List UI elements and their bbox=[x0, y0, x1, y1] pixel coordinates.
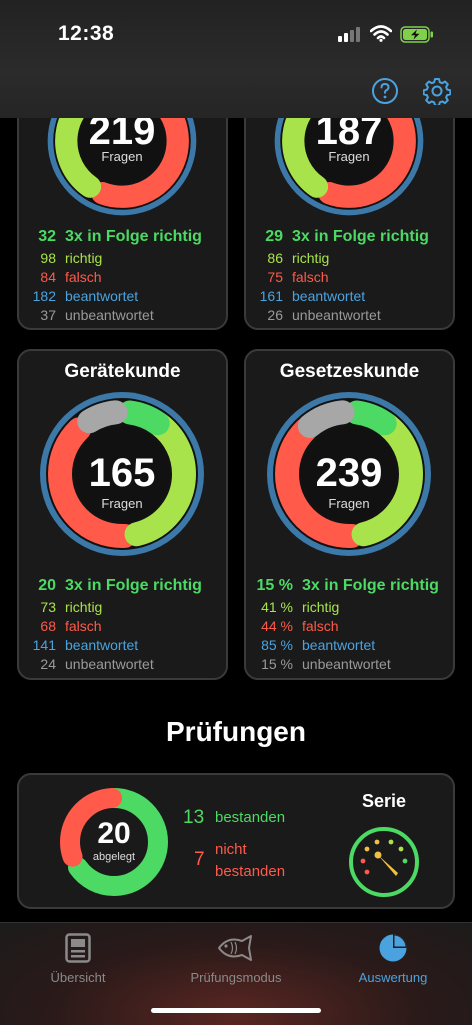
right-count: 98 bbox=[40, 250, 56, 266]
right-percent: 41 % bbox=[261, 599, 293, 615]
passed-label: bestanden bbox=[215, 809, 286, 826]
answered-count: 182 bbox=[32, 288, 56, 304]
wifi-icon bbox=[370, 25, 392, 42]
right-label: richtig bbox=[65, 599, 103, 615]
home-indicator bbox=[151, 1008, 321, 1013]
failed-label-line2: bestanden bbox=[215, 863, 286, 880]
streak-label: 3x in Folge richtig bbox=[65, 577, 202, 594]
category-total-label-2: Fragen bbox=[328, 149, 370, 164]
streak-label: 3x in Folge richtig bbox=[65, 228, 202, 245]
streak-count: 15 % bbox=[256, 577, 293, 594]
tab-uebersicht[interactable]: Übersicht bbox=[8, 933, 148, 985]
wrong-count: 84 bbox=[40, 269, 56, 285]
streak-count: 29 bbox=[265, 228, 283, 245]
tab-label: Prüfungsmodus bbox=[190, 970, 282, 985]
category-card-gesetzeskunde[interactable]: Gesetzeskunde 239 Fragen 15 % 3x in Folge… bbox=[244, 349, 455, 680]
answered-label: beantwortet bbox=[292, 288, 366, 304]
answered-label: beantwortet bbox=[302, 637, 376, 653]
unanswered-label: unbeantwortet bbox=[65, 307, 154, 323]
category-stats-1: 32 3x in Folge richtig 98 richtig 84 falsch… bbox=[19, 228, 226, 326]
right-label: richtig bbox=[65, 250, 103, 266]
streak-label: 3x in Folge richtig bbox=[292, 228, 429, 245]
wrong-percent: 44 % bbox=[261, 618, 293, 634]
answered-count: 141 bbox=[32, 637, 56, 653]
category-stats: 15 % 3x in Folge richtig 41 % richtig 44 %… bbox=[246, 577, 453, 675]
streak-count: 32 bbox=[38, 228, 56, 245]
top-actions bbox=[370, 76, 452, 106]
help-button[interactable] bbox=[370, 76, 400, 106]
unanswered-count: 37 bbox=[40, 307, 56, 323]
right-count: 86 bbox=[267, 250, 283, 266]
right-count: 73 bbox=[40, 599, 56, 615]
status-time: 12:38 bbox=[58, 22, 115, 45]
settings-button[interactable] bbox=[422, 76, 452, 106]
exams-total-label: abgelegt bbox=[92, 851, 136, 863]
tab-auswertung[interactable]: Auswertung bbox=[323, 933, 463, 985]
series-gauge-icon[interactable] bbox=[347, 825, 421, 899]
streak-count: 20 bbox=[38, 577, 56, 594]
exams-total: 20 bbox=[97, 817, 131, 850]
unanswered-label: unbeantwortet bbox=[302, 656, 391, 672]
series-title: Serie bbox=[361, 791, 407, 811]
wrong-label: falsch bbox=[65, 618, 102, 634]
category-total: 239 bbox=[315, 451, 383, 495]
battery-charging-icon bbox=[400, 26, 433, 43]
exams-section-title: Prüfungen bbox=[166, 716, 306, 747]
gear-icon bbox=[423, 78, 451, 105]
pie-chart-icon bbox=[379, 934, 407, 962]
answered-count: 161 bbox=[259, 288, 283, 304]
answered-label: beantwortet bbox=[65, 288, 139, 304]
wrong-count: 75 bbox=[267, 269, 283, 285]
unanswered-count: 24 bbox=[40, 656, 56, 672]
category-total-label: Fragen bbox=[101, 496, 143, 511]
passed-count: 13 bbox=[183, 807, 205, 828]
streak-label: 3x in Folge richtig bbox=[302, 577, 439, 594]
category-stats: 20 3x in Folge richtig 73 richtig 68 falsch… bbox=[19, 577, 226, 675]
failed-label-line1: nicht bbox=[215, 841, 247, 858]
unanswered-count: 26 bbox=[267, 307, 283, 323]
answered-percent: 85 % bbox=[261, 637, 293, 653]
wrong-label: falsch bbox=[302, 618, 339, 634]
tab-label: Übersicht bbox=[50, 970, 106, 985]
category-stats-2: 29 3x in Folge richtig 86 richtig 75 falsch… bbox=[246, 228, 453, 326]
answered-label: beantwortet bbox=[65, 637, 139, 653]
wrong-count: 68 bbox=[40, 618, 56, 634]
tab-pruefungsmodus[interactable]: Prüfungsmodus bbox=[166, 933, 306, 985]
overview-icon bbox=[65, 933, 91, 963]
category-total-label: Fragen bbox=[328, 496, 370, 511]
right-label: richtig bbox=[292, 250, 330, 266]
category-total: 165 bbox=[88, 451, 156, 495]
category-card-geraetekunde[interactable]: Gerätekunde 165 Fragen 20 3x in Folge ric… bbox=[17, 349, 228, 680]
right-label: richtig bbox=[302, 599, 340, 615]
exams-card[interactable]: 20 abgelegt 13 bestanden 7 nicht bestand… bbox=[17, 773, 455, 909]
wrong-label: falsch bbox=[65, 269, 102, 285]
card-title: Gesetzeskunde bbox=[279, 361, 420, 382]
unanswered-label: unbeantwortet bbox=[65, 656, 154, 672]
wrong-label: falsch bbox=[292, 269, 329, 285]
unanswered-percent: 15 % bbox=[261, 656, 293, 672]
failed-count: 7 bbox=[194, 849, 205, 870]
tab-label: Auswertung bbox=[358, 970, 428, 985]
question-icon bbox=[372, 78, 398, 104]
unanswered-label: unbeantwortet bbox=[292, 307, 381, 323]
category-total-label-1: Fragen bbox=[101, 149, 143, 164]
fish-icon bbox=[218, 935, 252, 961]
card-title: Gerätekunde bbox=[64, 361, 181, 382]
cellular-signal-icon bbox=[338, 27, 360, 42]
